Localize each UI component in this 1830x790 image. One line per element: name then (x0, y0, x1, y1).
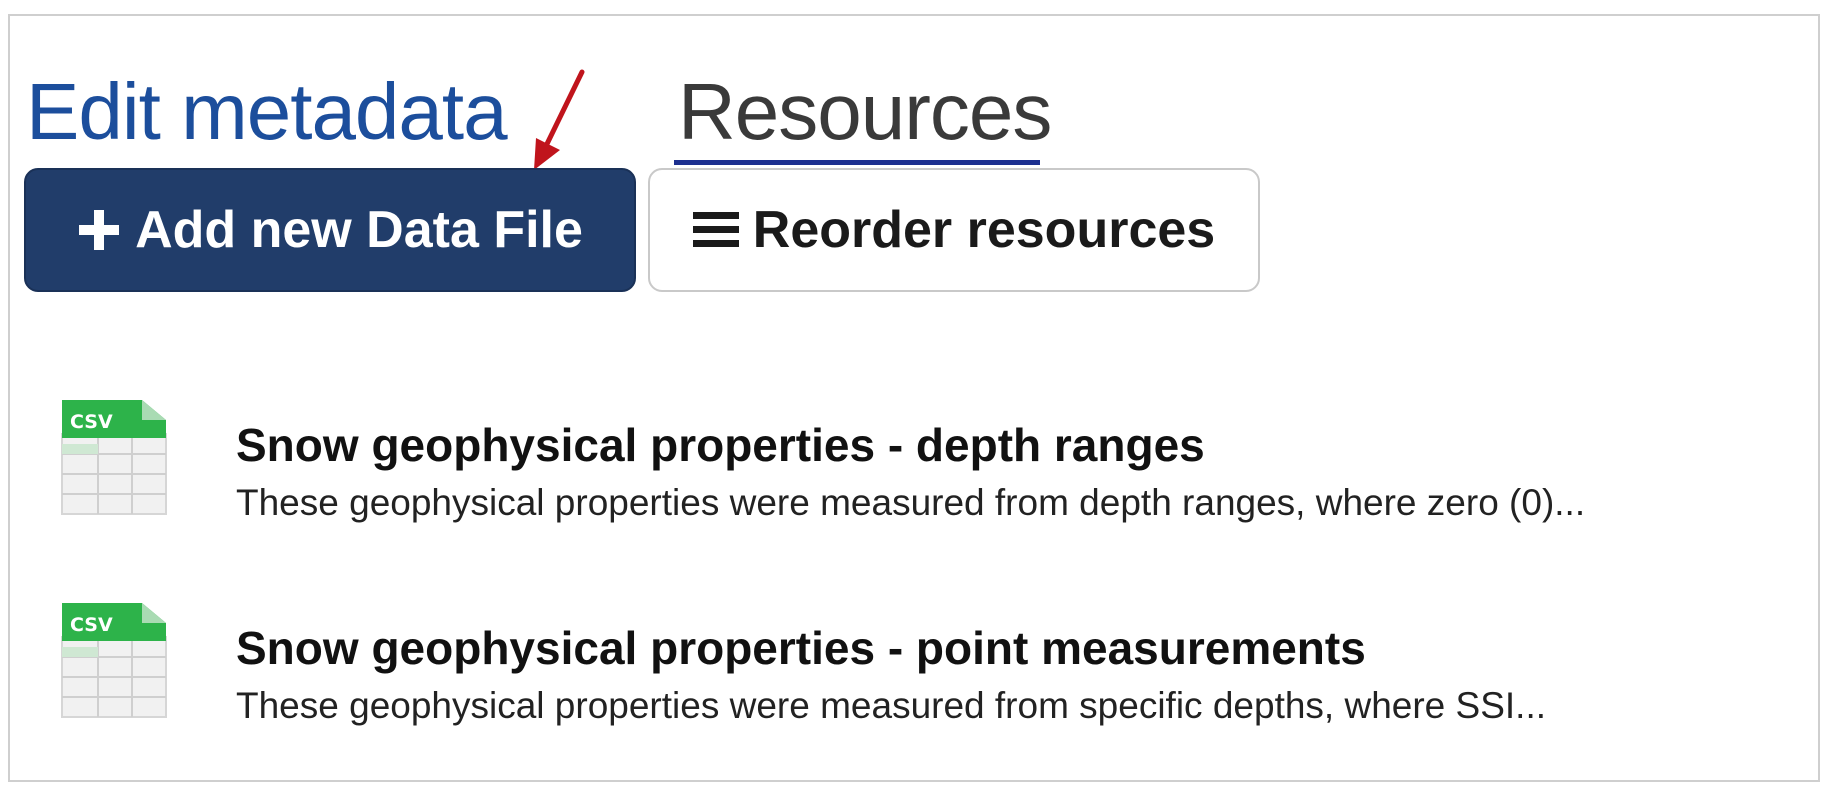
add-new-data-file-label: Add new Data File (135, 201, 583, 259)
reorder-resources-label: Reorder resources (752, 201, 1216, 259)
red-arrow-annotation (534, 69, 585, 170)
resource-title[interactable]: Snow geophysical properties - point meas… (236, 621, 1366, 675)
resource-title[interactable]: Snow geophysical properties - depth rang… (236, 418, 1205, 472)
resource-item[interactable]: CSV Snow geophysical properties - depth … (60, 398, 1800, 528)
resource-description: These geophysical properties were measur… (236, 482, 1586, 523)
list-icon (692, 210, 739, 250)
resource-description: These geophysical properties were measur… (236, 685, 1547, 726)
svg-text:CSV: CSV (70, 411, 113, 433)
svg-text:CSV: CSV (70, 614, 113, 636)
csv-file-icon: CSV (61, 400, 167, 515)
reorder-resources-button[interactable]: Reorder resources (648, 168, 1260, 292)
resources-panel: Edit metadata Resources Add new Data Fil… (8, 14, 1820, 782)
add-new-data-file-button[interactable]: Add new Data File (24, 168, 636, 292)
csv-file-icon: CSV (61, 603, 167, 718)
active-tab-indicator (674, 160, 1040, 165)
tab-edit-metadata[interactable]: Edit metadata (26, 64, 508, 160)
resource-item[interactable]: CSV Snow geophysical properties - point … (60, 601, 1800, 731)
plus-icon (77, 208, 121, 252)
tab-resources[interactable]: Resources (678, 64, 1052, 160)
